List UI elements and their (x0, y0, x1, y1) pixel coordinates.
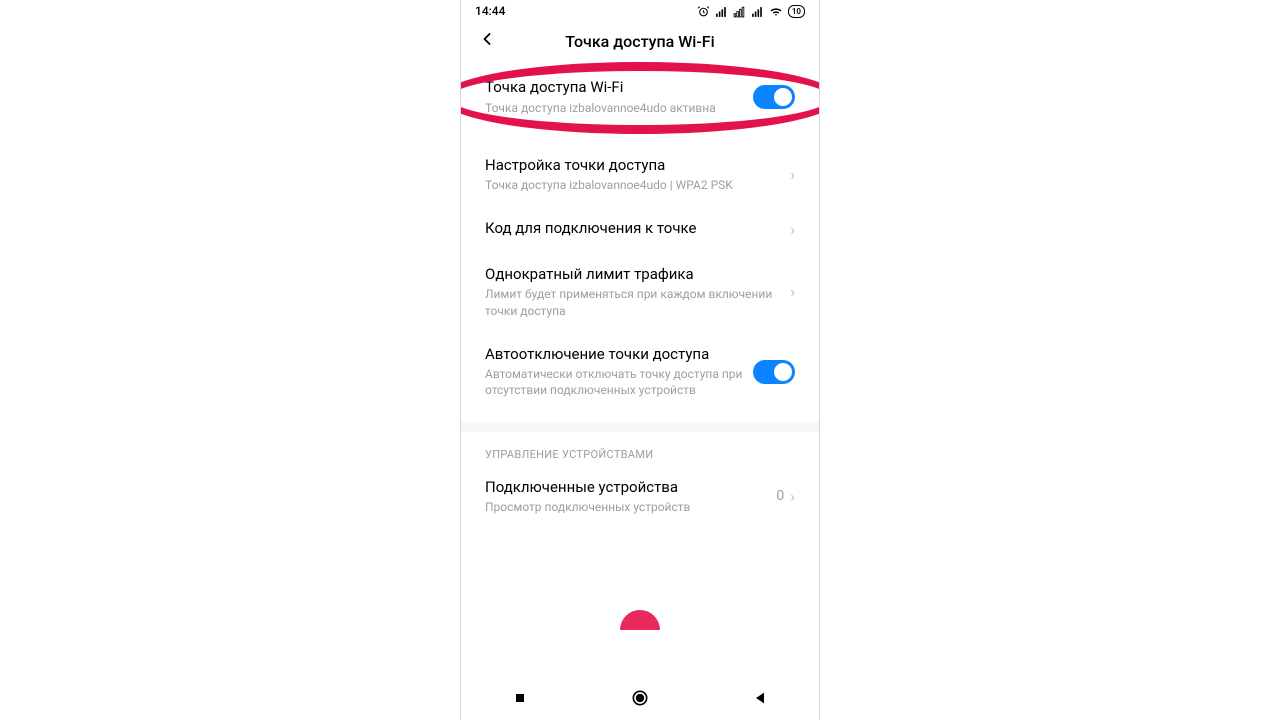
row-subtitle: Точка доступа izbalovannoe4udo | WPA2 PS… (485, 177, 780, 193)
section-divider (461, 422, 819, 432)
section-label-devices: УПРАВЛЕНИЕ УСТРОЙСТВАМИ (461, 432, 819, 465)
signal-icon-2 (733, 5, 746, 18)
row-title: Настройка точки доступа (485, 156, 780, 176)
android-nav-bar (461, 680, 819, 720)
row-title: Подключенные устройства (485, 478, 766, 498)
page-title: Точка доступа Wi-Fi (461, 32, 819, 51)
chevron-right-icon: › (790, 165, 795, 184)
row-subtitle: Автоматически отключать точку доступа пр… (485, 366, 743, 398)
nav-home-button[interactable] (630, 688, 650, 712)
row-auto-off[interactable]: Автоотключение точки доступа Автоматичес… (461, 332, 819, 412)
nav-recent-button[interactable] (512, 690, 528, 710)
hotspot-toggle-switch[interactable] (753, 85, 795, 109)
row-connected-devices[interactable]: Подключенные устройства Просмотр подключ… (461, 465, 819, 529)
chevron-right-icon: › (790, 220, 795, 239)
status-bar: 14:44 10 (461, 0, 819, 22)
alarm-icon (697, 5, 710, 18)
row-title: Автоотключение точки доступа (485, 345, 743, 365)
row-subtitle: Просмотр подключенных устройств (485, 499, 766, 515)
phone-frame: 14:44 10 Точка доступа (460, 0, 820, 720)
chevron-right-icon: › (790, 282, 795, 301)
row-subtitle: Точка доступа izbalovannoe4udo активна (485, 100, 743, 116)
status-icons: 10 (697, 5, 805, 18)
autooff-toggle-switch[interactable] (753, 360, 795, 384)
row-title: Однократный лимит трафика (485, 265, 780, 285)
chevron-right-icon: › (790, 487, 795, 506)
row-hotspot-toggle[interactable]: Точка доступа Wi-Fi Точка доступа izbalo… (461, 60, 819, 129)
settings-content: Точка доступа Wi-Fi Точка доступа izbalo… (461, 60, 819, 680)
signal-icon (715, 5, 728, 18)
row-hotspot-setup[interactable]: Настройка точки доступа Точка доступа iz… (461, 143, 819, 207)
nav-back-button[interactable] (752, 690, 768, 710)
annotation-indicator (620, 610, 660, 650)
battery-icon: 10 (788, 5, 805, 18)
row-subtitle: Лимит будет применяться при каждом включ… (485, 286, 780, 318)
back-button[interactable] (477, 29, 497, 54)
row-traffic-limit[interactable]: Однократный лимит трафика Лимит будет пр… (461, 252, 819, 332)
page-header: Точка доступа Wi-Fi (461, 22, 819, 60)
row-title: Точка доступа Wi-Fi (485, 78, 743, 98)
connected-count: 0 (776, 488, 784, 504)
row-title: Код для подключения к точке (485, 219, 780, 239)
wifi-icon (769, 5, 783, 18)
signal-sim-icon (751, 5, 764, 18)
row-connection-code[interactable]: Код для подключения к точке › (461, 206, 819, 252)
status-time: 14:44 (475, 4, 505, 18)
